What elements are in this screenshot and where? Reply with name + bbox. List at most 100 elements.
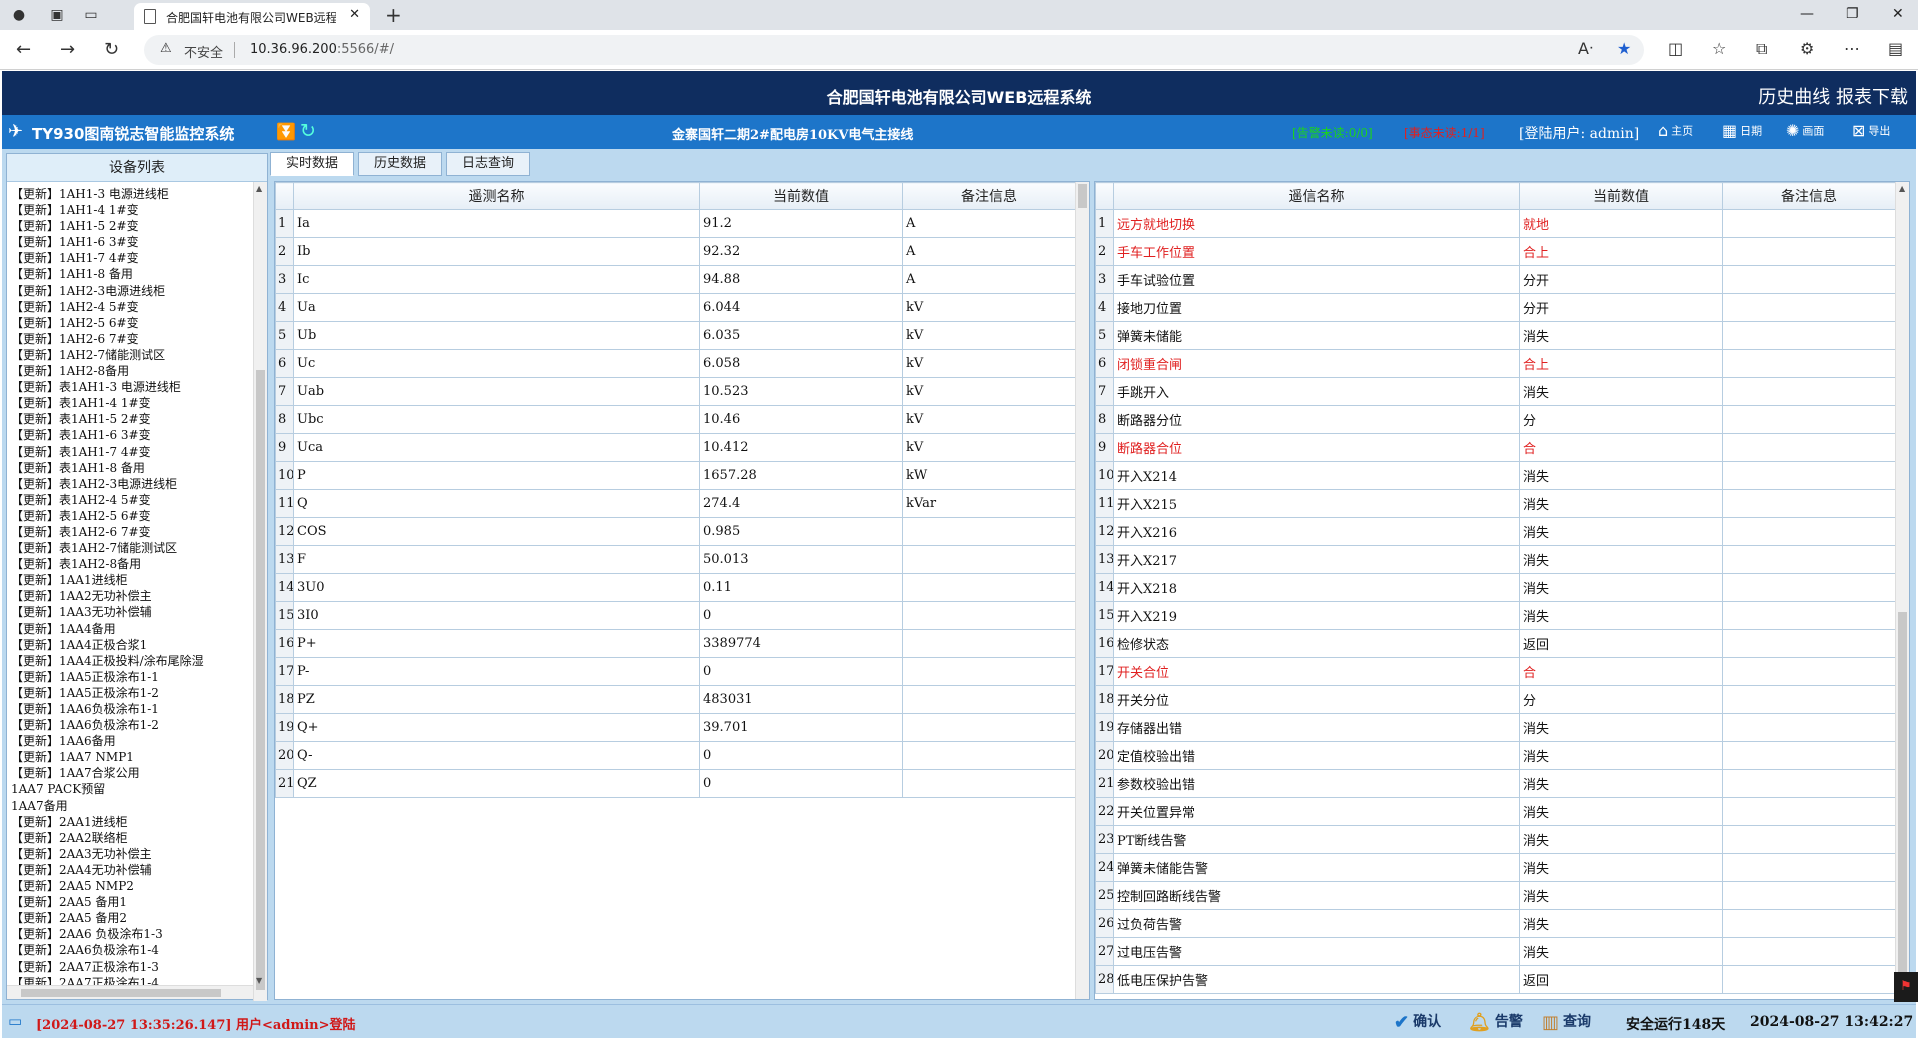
list-item[interactable]: 【更新】表1AH1-6 3#变 xyxy=(11,427,253,443)
url-input[interactable]: ⚠ 不安全 10.36.96.200:5566/#/ xyxy=(144,35,1644,65)
scroll-down-icon[interactable]: ▼ xyxy=(256,976,262,985)
refresh-icon[interactable]: ↻ xyxy=(300,120,316,142)
collections-icon[interactable]: ⧉ xyxy=(1756,39,1767,59)
list-item[interactable]: 【更新】表1AH2-6 7#变 xyxy=(11,524,253,540)
table-row[interactable]: 5 Ub 6.035 kV xyxy=(275,321,1076,350)
device-list[interactable]: 【更新】1AH1-3 电源进线柜 【更新】1AH1-4 1#变 【更新】1AH1-5… xyxy=(11,186,253,993)
table-row[interactable]: 2 Ib 92.32 A xyxy=(275,237,1076,266)
forward-icon[interactable]: → xyxy=(60,39,75,60)
telemetry-scrollbar[interactable] xyxy=(1075,182,1089,999)
screen-button[interactable]: ✺ 画面 xyxy=(1786,121,1824,140)
table-row[interactable]: 26 过负荷告警 消失 xyxy=(1095,909,1896,938)
table-row[interactable]: 18 PZ 483031 xyxy=(275,685,1076,714)
more-icon[interactable]: ⋯ xyxy=(1844,39,1860,58)
tab-actions-icon[interactable]: ▣ xyxy=(48,6,66,24)
table-row[interactable]: 17 开关合位合 xyxy=(1095,657,1896,686)
list-item[interactable]: 【更新】1AH1-7 4#变 xyxy=(11,250,253,266)
history-report-link[interactable]: 历史曲线 报表下载 xyxy=(1758,83,1908,109)
split-screen-icon[interactable]: ◫ xyxy=(1668,39,1683,58)
reload-icon[interactable]: ↻ xyxy=(104,39,119,60)
table-row[interactable]: 11 Q 274.4 kVar xyxy=(275,489,1076,518)
sidebar-scrollbar[interactable]: ▲ ▼ xyxy=(253,182,267,1001)
list-item[interactable]: 【更新】1AA5正极涂布1-2 xyxy=(11,685,253,701)
table-row[interactable]: 11 开入X215 消失 xyxy=(1095,489,1896,518)
favorite-star-icon[interactable]: ★ xyxy=(1617,39,1631,58)
table-row[interactable]: 2 手车工作位置 合上 xyxy=(1095,237,1896,266)
hscroll-thumb[interactable] xyxy=(21,989,221,997)
column-header[interactable]: 遥信名称 xyxy=(1113,182,1520,210)
table-row[interactable]: 16 检修状态 返回 xyxy=(1095,629,1896,658)
new-tab-icon[interactable]: + xyxy=(385,3,402,27)
list-item[interactable]: 【更新】1AA6负极涂布1-2 xyxy=(11,717,253,733)
scroll-thumb[interactable] xyxy=(256,370,265,990)
list-item[interactable]: 【更新】表1AH2-5 6#变 xyxy=(11,508,253,524)
warning-icon[interactable]: ⚠ xyxy=(160,41,172,56)
list-item[interactable]: 【更新】2AA7正极涂布1-3 xyxy=(11,959,253,975)
table-row[interactable]: 20 定值校验出错 消失 xyxy=(1095,741,1896,770)
list-item[interactable]: 【更新】1AH1-6 3#变 xyxy=(11,234,253,250)
column-header[interactable]: 备注信息 xyxy=(902,182,1076,210)
list-item[interactable]: 【更新】2AA4无功补偿辅 xyxy=(11,862,253,878)
table-row[interactable]: 4 接地刀位置 分开 xyxy=(1095,293,1896,322)
list-item[interactable]: 【更新】2AA5 备用1 xyxy=(11,894,253,910)
table-row[interactable]: 12 开入X216 消失 xyxy=(1095,517,1896,546)
table-row[interactable]: 13 F 50.013 xyxy=(275,545,1076,574)
scroll-up-icon[interactable]: ▲ xyxy=(256,184,262,193)
read-aloud-icon[interactable]: Aᐧ xyxy=(1578,39,1593,58)
list-item[interactable]: 【更新】2AA6 负极涂布1-3 xyxy=(11,926,253,942)
list-item[interactable]: 【更新】表1AH1-4 1#变 xyxy=(11,395,253,411)
close-window-icon[interactable]: ✕ xyxy=(1892,6,1904,22)
table-row[interactable]: 14 3U0 0.11 xyxy=(275,573,1076,602)
table-row[interactable]: 3 Ic 94.88 A xyxy=(275,265,1076,294)
table-row[interactable]: 1 Ia 91.2 A xyxy=(275,209,1076,238)
list-item[interactable]: 【更新】2AA5 NMP2 xyxy=(11,878,253,894)
table-row[interactable]: 12 COS 0.985 xyxy=(275,517,1076,546)
column-header[interactable]: 当前数值 xyxy=(1519,182,1723,210)
table-row[interactable]: 6 Uc 6.058 kV xyxy=(275,349,1076,378)
tab-realtime[interactable]: 实时数据 xyxy=(270,152,354,176)
table-row[interactable]: 7 Uab 10.523 kV xyxy=(275,377,1076,406)
export-button[interactable]: ⊠ 导出 xyxy=(1852,121,1890,140)
alarm-unread-count[interactable]: [告警未读:0/0] xyxy=(1292,124,1373,141)
table-row[interactable]: 17 P- 0 xyxy=(275,657,1076,686)
list-item[interactable]: 【更新】1AH2-5 6#变 xyxy=(11,315,253,331)
list-item[interactable]: 【更新】2AA2联络柜 xyxy=(11,830,253,846)
list-item[interactable]: 【更新】1AA1进线柜 xyxy=(11,572,253,588)
list-item[interactable]: 【更新】表1AH2-8备用 xyxy=(11,556,253,572)
scroll-thumb[interactable] xyxy=(1898,612,1907,992)
list-item[interactable]: 【更新】1AA5正极涂布1-1 xyxy=(11,669,253,685)
table-row[interactable]: 7 手跳开入 消失 xyxy=(1095,377,1896,406)
list-item[interactable]: 【更新】1AA3无功补偿辅 xyxy=(11,604,253,620)
table-row[interactable]: 19 存储器出错 消失 xyxy=(1095,713,1896,742)
url-text[interactable]: 10.36.96.200:5566/#/ xyxy=(250,42,394,57)
restore-icon[interactable]: ❐ xyxy=(1846,6,1859,22)
list-item[interactable]: 【更新】1AA4正极合浆1 xyxy=(11,637,253,653)
list-item[interactable]: 【更新】2AA5 备用2 xyxy=(11,910,253,926)
collapse-icon[interactable]: ⏬ xyxy=(276,122,296,141)
list-item[interactable]: 【更新】1AA7 NMP1 xyxy=(11,749,253,765)
list-item[interactable]: 【更新】表1AH1-3 电源进线柜 xyxy=(11,379,253,395)
profile-icon[interactable]: ● xyxy=(10,6,28,24)
table-row[interactable]: 23 PT断线告警 消失 xyxy=(1095,825,1896,854)
list-item[interactable]: 【更新】表1AH2-4 5#变 xyxy=(11,492,253,508)
list-item[interactable]: 【更新】2AA6负极涂布1-4 xyxy=(11,942,253,958)
list-item[interactable]: 【更新】1AH1-5 2#变 xyxy=(11,218,253,234)
table-row[interactable]: 21 参数校验出错 消失 xyxy=(1095,769,1896,798)
favorites-icon[interactable]: ☆ xyxy=(1712,39,1726,58)
table-row[interactable]: 15 开入X219 消失 xyxy=(1095,601,1896,630)
insecure-label[interactable]: 不安全 xyxy=(184,42,223,61)
table-row[interactable]: 24 弹簧未储能告警 消失 xyxy=(1095,853,1896,882)
table-row[interactable]: 10 开入X214 消失 xyxy=(1095,461,1896,490)
list-item[interactable]: 【更新】1AH2-7储能测试区 xyxy=(11,347,253,363)
list-item[interactable]: 【更新】2AA1进线柜 xyxy=(11,814,253,830)
flag-icon[interactable]: ⚑ xyxy=(1894,972,1918,1002)
list-item[interactable]: 【更新】1AH1-8 备用 xyxy=(11,266,253,282)
list-item[interactable]: 【更新】1AA4备用 xyxy=(11,621,253,637)
list-item[interactable]: 【更新】表1AH2-3电源进线柜 xyxy=(11,476,253,492)
scroll-thumb[interactable] xyxy=(1078,184,1087,208)
table-row[interactable]: 5 弹簧未储能 消失 xyxy=(1095,321,1896,350)
alarm-button[interactable]: 🔔︎ 告警 xyxy=(1468,1011,1523,1033)
query-button[interactable]: ▥ 查询 xyxy=(1542,1011,1591,1033)
table-row[interactable]: 4 Ua 6.044 kV xyxy=(275,293,1076,322)
sidebar-icon[interactable]: ▤ xyxy=(1888,39,1903,58)
